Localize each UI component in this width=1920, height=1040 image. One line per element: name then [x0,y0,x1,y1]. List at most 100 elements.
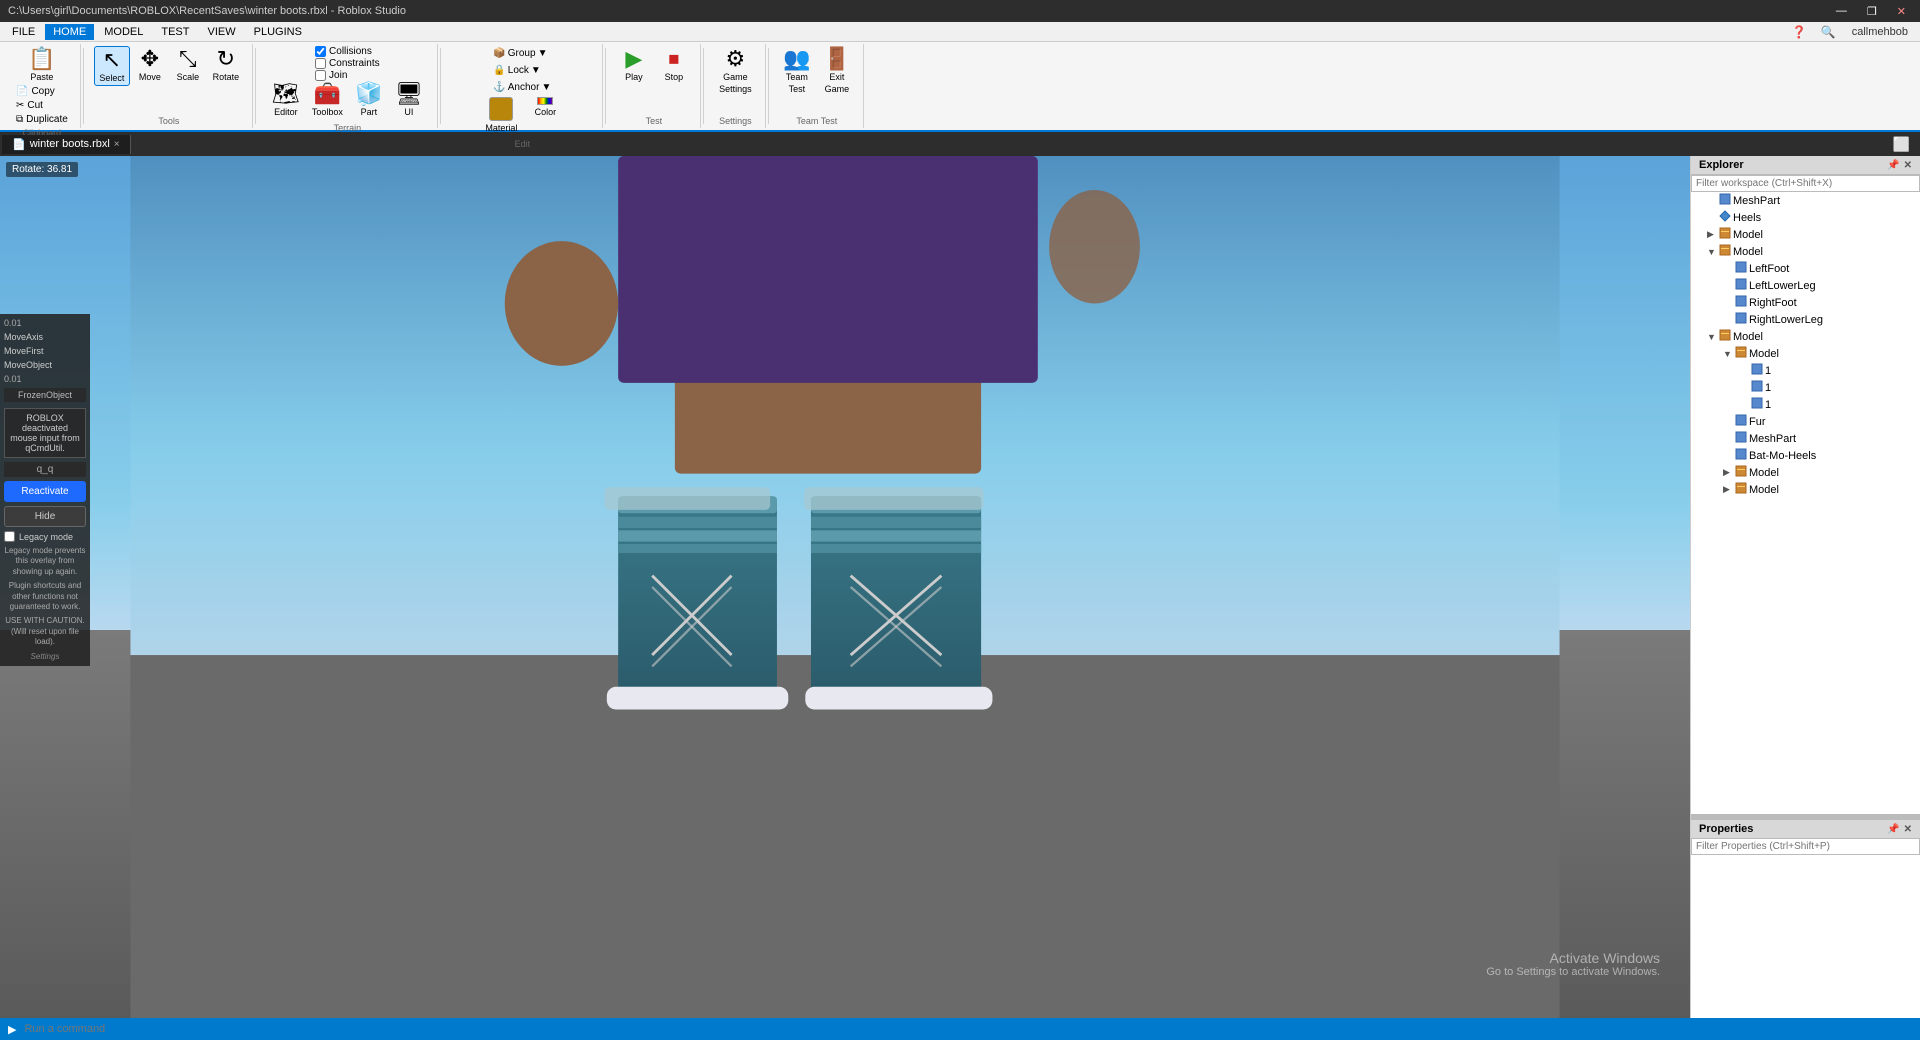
tree-node-icon [1751,397,1763,412]
team-test-button[interactable]: 👥 Team Test [779,46,815,96]
join-label: Join [329,70,347,81]
tree-item[interactable]: RightFoot [1691,294,1920,311]
scale-button[interactable]: ⤡ Scale [170,46,206,86]
search-icon[interactable]: 🔍 [1815,23,1842,41]
tree-item[interactable]: Bat-Mo-Heels [1691,447,1920,464]
reactivate-button[interactable]: Reactivate [4,481,86,502]
tab-close-button[interactable]: × [114,139,120,150]
clipboard-group: 📋 Paste 📄 Copy ✂ Cut ⧉ Duplicate [4,44,81,128]
rotate-indicator: Rotate: 36.81 [6,162,78,177]
tree-item[interactable]: ▶Model [1691,226,1920,243]
close-button[interactable]: ✕ [1891,5,1912,18]
properties-filter-input[interactable] [1691,839,1920,855]
tools-group: ↖ Select ✥ Move ⤡ Scale ↻ Rotate [86,44,253,128]
lock-arrow: ▼ [531,65,541,76]
settings-group: ⚙ Game Settings Settings [706,44,766,128]
properties-pin-icon[interactable]: 📌 [1887,824,1899,835]
rotate-button[interactable]: ↻ Rotate [208,46,244,86]
rotate-icon: ↻ [217,48,235,70]
copy-button[interactable]: 📄 Copy [12,85,72,98]
editor-tab-winterboots[interactable]: 📄 winter boots.rbxl × [2,135,131,154]
paste-button[interactable]: 📋 Paste [12,46,72,84]
group-dropdown[interactable]: 📦 Group ▼ [491,46,549,61]
menu-model[interactable]: MODEL [96,24,151,40]
lock-dropdown[interactable]: 🔒 Lock ▼ [491,63,542,78]
anchor-icon: ⚓ [493,82,505,93]
join-checkbox[interactable] [315,70,326,81]
tree-item[interactable]: 1 [1691,396,1920,413]
select-button[interactable]: ↖ Select [94,46,130,86]
sep4 [605,48,606,124]
part-button[interactable]: 🧊 Part [351,81,387,119]
window-controls: — ❐ ✕ [1830,5,1912,18]
menu-view[interactable]: VIEW [199,24,243,40]
tree-item[interactable]: ▼Model [1691,243,1920,260]
menu-plugins[interactable]: PLUGINS [246,24,310,40]
tree-item[interactable]: 1 [1691,362,1920,379]
tree-item[interactable]: MeshPart [1691,430,1920,447]
tree-node-label: MeshPart [1733,195,1780,207]
toolbox-button[interactable]: 🧰 Toolbox [308,81,347,119]
constraints-checkbox[interactable] [315,58,326,69]
minimize-button[interactable]: — [1830,5,1853,18]
tree-item[interactable]: Fur [1691,413,1920,430]
menu-home[interactable]: HOME [45,24,94,40]
tree-item[interactable]: ▶Model [1691,464,1920,481]
collisions-checkbox[interactable] [315,46,326,57]
maximize-button[interactable]: ❐ [1861,5,1883,18]
tree-arrow-icon[interactable]: ▼ [1707,247,1719,257]
tree-item[interactable]: ▶Model [1691,481,1920,498]
tree-node-icon [1735,312,1747,327]
status-bar: ▶ [0,1018,1920,1040]
cut-button[interactable]: ✂ Cut [12,99,72,112]
tree-node-label: 1 [1765,365,1771,377]
explorer-close-icon[interactable]: ✕ [1904,160,1912,171]
title-bar: C:\Users\girl\Documents\ROBLOX\RecentSav… [0,0,1920,22]
tree-arrow-icon[interactable]: ▼ [1723,349,1735,359]
material-button[interactable]: Material [481,95,521,135]
hide-button[interactable]: Hide [4,506,86,527]
tree-arrow-icon[interactable]: ▶ [1707,229,1719,240]
explorer-title: Explorer [1699,159,1744,171]
exit-game-button[interactable]: 🚪 Exit Game [819,46,855,96]
explorer-filter-input[interactable] [1691,175,1920,192]
tree-arrow-icon[interactable]: ▶ [1723,467,1735,478]
anchor-dropdown[interactable]: ⚓ Anchor ▼ [491,80,553,95]
color-button[interactable]: Color [527,95,563,135]
select-icon: ↖ [103,49,121,71]
tree-arrow-icon[interactable]: ▼ [1707,332,1719,342]
viewport[interactable]: Rotate: 36.81 Activate Windows Go to Set… [0,156,1690,1018]
tree-item[interactable]: RightLowerLeg [1691,311,1920,328]
tree-node-label: Heels [1733,212,1761,224]
duplicate-button[interactable]: ⧉ Duplicate [12,113,72,126]
tree-item[interactable]: 1 [1691,379,1920,396]
tree-arrow-icon[interactable]: ▶ [1723,484,1735,495]
ui-button[interactable]: 🖥 UI [391,81,427,119]
stop-button[interactable]: ⏹ Stop [656,46,692,84]
tree-item[interactable]: ▼Model [1691,328,1920,345]
help-icon[interactable]: ❓ [1786,23,1813,41]
tree-item[interactable]: LeftLowerLeg [1691,277,1920,294]
menu-bar: FILE HOME MODEL TEST VIEW PLUGINS ❓ 🔍 ca… [0,22,1920,42]
tree-item[interactable]: MeshPart [1691,192,1920,209]
collisions-label: Collisions [329,46,372,57]
tree-item[interactable]: ▼Model [1691,345,1920,362]
restore-button[interactable]: ⬜ [1885,136,1918,153]
tree-item[interactable]: LeftFoot [1691,260,1920,277]
tree-item[interactable]: Heels [1691,209,1920,226]
toolbox-icon: 🧰 [314,83,341,105]
editor-button[interactable]: 🗺 Editor [268,81,304,119]
properties-close-icon[interactable]: ✕ [1904,824,1912,835]
game-settings-button[interactable]: ⚙ Game Settings [715,46,756,96]
tree-node-icon [1719,210,1731,225]
command-input[interactable] [24,1023,1912,1035]
legacy-mode-checkbox[interactable] [4,531,15,542]
tree-node-icon [1719,244,1731,259]
play-button[interactable]: ▶ Play [616,46,652,84]
explorer-pin-icon[interactable]: 📌 [1887,160,1899,171]
menu-test[interactable]: TEST [153,24,197,40]
tab-icon: 📄 [12,138,26,151]
menu-file[interactable]: FILE [4,24,43,40]
explorer-tree: MeshPartHeels▶Model▼ModelLeftFootLeftLow… [1691,192,1920,814]
move-button[interactable]: ✥ Move [132,46,168,86]
